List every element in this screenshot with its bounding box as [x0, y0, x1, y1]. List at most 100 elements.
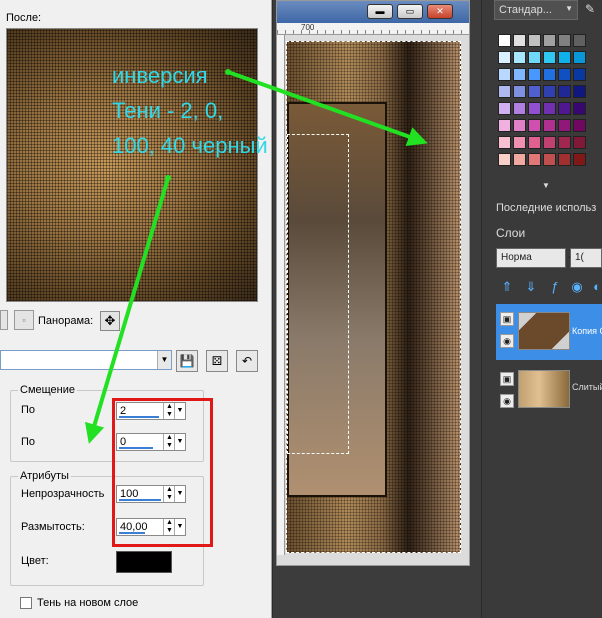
palette-swatch[interactable]: [573, 119, 586, 132]
selection-marquee: [287, 134, 349, 454]
visibility-eye-icon[interactable]: ◉: [500, 334, 514, 348]
palette-swatch[interactable]: [573, 136, 586, 149]
chevron-down-icon[interactable]: ▼: [542, 181, 550, 190]
after-preview-label: После:: [6, 12, 42, 24]
palette-swatch[interactable]: [543, 51, 556, 64]
palette-swatch[interactable]: [528, 102, 541, 115]
color-label: Цвет:: [21, 555, 49, 567]
opacity-label: Непрозрачность: [21, 488, 105, 500]
preview-toggle-button[interactable]: [0, 310, 8, 330]
palette-swatch[interactable]: [573, 34, 586, 47]
palette-swatch[interactable]: [513, 136, 526, 149]
layer-row[interactable]: ▣ ◉ Копия С: [496, 304, 602, 360]
layer-thumbnail: [518, 370, 570, 408]
new-layer-icon[interactable]: ⇑: [498, 278, 516, 296]
palette-swatch[interactable]: [513, 119, 526, 132]
palette-swatch[interactable]: [558, 119, 571, 132]
palette-swatch[interactable]: [498, 85, 511, 98]
palette-swatch[interactable]: [498, 136, 511, 149]
blend-mode-select[interactable]: Норма ▼: [496, 248, 575, 268]
annotation-text: инверсия Тени - 2, 0, 100, 40 черный: [112, 63, 268, 158]
shadow-on-new-layer-checkbox[interactable]: [20, 597, 32, 609]
palette-swatch[interactable]: [558, 34, 571, 47]
palette-swatch[interactable]: [498, 119, 511, 132]
palette-swatch[interactable]: [498, 51, 511, 64]
palette-swatch[interactable]: [558, 51, 571, 64]
palette-swatch[interactable]: [498, 68, 511, 81]
palette-name: Стандар...: [499, 4, 552, 16]
save-preset-icon[interactable]: 💾: [176, 350, 198, 372]
palette-swatch[interactable]: [513, 85, 526, 98]
offset-group-title: Смещение: [18, 384, 78, 396]
ruler-mark: 700: [301, 23, 315, 32]
vertical-ruler: [277, 35, 285, 555]
palette-swatch[interactable]: [558, 68, 571, 81]
chevron-down-icon[interactable]: ▼: [157, 351, 171, 369]
palette-swatch[interactable]: [573, 102, 586, 115]
palette-swatch[interactable]: [513, 51, 526, 64]
palette-swatch[interactable]: [528, 51, 541, 64]
palette-swatch[interactable]: [543, 102, 556, 115]
palette-swatch[interactable]: [498, 34, 511, 47]
layer-effects-icon[interactable]: ƒ: [546, 278, 564, 296]
merge-down-icon[interactable]: ⇓: [522, 278, 540, 296]
layer-thumbnail: [518, 312, 570, 350]
palette-swatch[interactable]: [513, 153, 526, 166]
image-window-titlebar[interactable]: ▬ ▭ ✕: [277, 1, 469, 23]
palette-swatch[interactable]: [543, 68, 556, 81]
layer-row[interactable]: ▣ ◉ Слитый: [496, 364, 602, 414]
palette-swatch[interactable]: [528, 85, 541, 98]
palette-swatch[interactable]: [573, 153, 586, 166]
close-icon[interactable]: ✕: [427, 4, 453, 19]
palette-swatch[interactable]: [528, 34, 541, 47]
pan-label: Панорама:: [38, 315, 94, 327]
palette-swatch[interactable]: [543, 119, 556, 132]
minimize-icon[interactable]: ▬: [367, 4, 393, 19]
image-window: ▬ ▭ ✕ 700: [276, 0, 470, 566]
palette-swatch[interactable]: [528, 153, 541, 166]
palette-swatch[interactable]: [558, 102, 571, 115]
palette-swatch[interactable]: [543, 153, 556, 166]
attributes-group-title: Атрибуты: [18, 470, 71, 482]
palette-swatch[interactable]: [558, 136, 571, 149]
layer-opacity-field[interactable]: 1(: [570, 248, 602, 268]
shadow-color-swatch[interactable]: [116, 551, 172, 573]
visibility-eye-icon[interactable]: ◉: [568, 278, 586, 296]
pan-icon[interactable]: ✥: [100, 311, 120, 331]
palette-swatch[interactable]: [498, 102, 511, 115]
image-canvas[interactable]: [286, 41, 461, 553]
palette-swatch[interactable]: [498, 153, 511, 166]
annotation-highlight-box: [112, 398, 213, 547]
layers-panel-title: Слои: [496, 226, 526, 240]
palette-swatch[interactable]: [573, 51, 586, 64]
maximize-icon[interactable]: ▭: [397, 4, 423, 19]
palette-swatch[interactable]: [558, 85, 571, 98]
visibility-eye-icon[interactable]: ◉: [500, 394, 514, 408]
layer-name: Слитый: [572, 382, 602, 392]
offset-y-label: По: [21, 436, 36, 448]
zoom-fit-button[interactable]: ▫: [14, 310, 34, 330]
palette-swatch[interactable]: [543, 34, 556, 47]
palette-swatch[interactable]: [543, 136, 556, 149]
palette-swatch[interactable]: [543, 85, 556, 98]
palette-select[interactable]: Стандар... ▼: [494, 0, 578, 20]
palette-swatch[interactable]: [573, 68, 586, 81]
palette-swatch[interactable]: [528, 68, 541, 81]
palette-swatch[interactable]: [513, 34, 526, 47]
preset-select[interactable]: ▼: [0, 350, 172, 370]
recent-colors-label: Последние использ: [496, 202, 597, 214]
palette-swatch[interactable]: [528, 119, 541, 132]
randomize-dice-icon[interactable]: ⚄: [206, 350, 228, 372]
palette-swatch[interactable]: [513, 68, 526, 81]
palette-swatch[interactable]: [573, 85, 586, 98]
palette-swatch[interactable]: [528, 136, 541, 149]
layer-type-icon: ▣: [500, 312, 514, 326]
palette-options-icon[interactable]: ✎: [582, 2, 598, 18]
mask-icon[interactable]: ◐: [588, 278, 602, 296]
reset-icon[interactable]: ↶: [236, 350, 258, 372]
palette-swatch[interactable]: [513, 102, 526, 115]
offset-x-label: По: [21, 404, 36, 416]
chevron-down-icon[interactable]: ▼: [565, 4, 573, 13]
layer-name: Копия С: [572, 326, 602, 336]
palette-swatch[interactable]: [558, 153, 571, 166]
